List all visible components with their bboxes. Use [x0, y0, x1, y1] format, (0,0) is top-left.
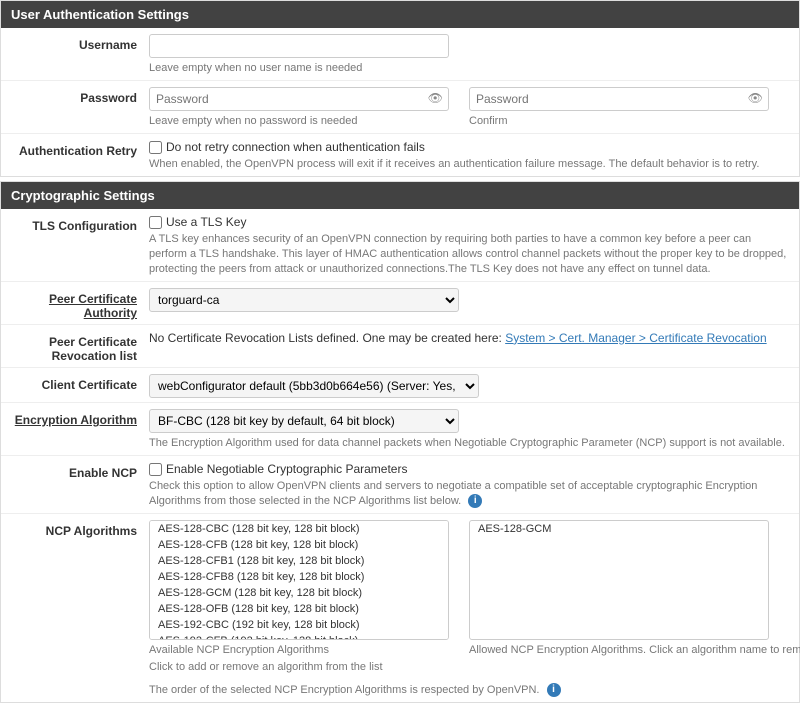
enable-ncp-checkbox-label[interactable]: Enable Negotiable Cryptographic Paramete…: [149, 462, 407, 476]
username-label: Username: [9, 34, 149, 76]
enc-alg-select[interactable]: BF-CBC (128 bit key by default, 64 bit b…: [149, 409, 459, 433]
crl-text: No Certificate Revocation Lists defined.…: [149, 331, 505, 345]
tls-key-checkbox[interactable]: [149, 216, 162, 229]
ncp-available-help1: Available NCP Encryption Algorithms: [149, 643, 449, 658]
info-icon[interactable]: i: [468, 494, 482, 508]
client-cert-select[interactable]: webConfigurator default (5bb3d0b664e56) …: [149, 374, 479, 398]
enc-alg-help: The Encryption Algorithm used for data c…: [149, 436, 791, 451]
peer-ca-select[interactable]: torguard-ca: [149, 288, 459, 312]
enable-ncp-label: Enable NCP: [9, 462, 149, 509]
ncp-available-list[interactable]: AES-128-CBC (128 bit key, 128 bit block)…: [149, 520, 449, 640]
ncp-available-item[interactable]: AES-128-CFB (128 bit key, 128 bit block): [150, 537, 448, 553]
ncp-available-item[interactable]: AES-128-CBC (128 bit key, 128 bit block): [150, 521, 448, 537]
ncp-alg-label: NCP Algorithms: [9, 520, 149, 699]
tls-key-checkbox-label[interactable]: Use a TLS Key: [149, 215, 246, 229]
enable-ncp-help: Check this option to allow OpenVPN clien…: [149, 479, 791, 509]
client-cert-label: Client Certificate: [9, 374, 149, 398]
username-input[interactable]: [149, 34, 449, 58]
crl-link[interactable]: System > Cert. Manager > Certificate Rev…: [505, 331, 766, 345]
crypto-panel: Cryptographic Settings TLS Configuration…: [0, 181, 800, 703]
password-input[interactable]: [149, 87, 449, 111]
ncp-available-item[interactable]: AES-128-CFB8 (128 bit key, 128 bit block…: [150, 569, 448, 585]
ncp-allowed-help: Allowed NCP Encryption Algorithms. Click…: [469, 643, 800, 658]
confirm-help: Confirm: [469, 114, 769, 129]
enc-alg-label: Encryption Algorithm: [9, 409, 149, 451]
password-help: Leave empty when no password is needed: [149, 114, 449, 129]
ncp-available-item[interactable]: AES-128-OFB (128 bit key, 128 bit block): [150, 601, 448, 617]
auth-retry-label: Authentication Retry: [9, 140, 149, 172]
enable-ncp-checkbox[interactable]: [149, 463, 162, 476]
ncp-available-item[interactable]: AES-192-CFB (192 bit key, 128 bit block): [150, 633, 448, 640]
info-icon[interactable]: i: [547, 683, 561, 697]
eye-icon[interactable]: 👁: [428, 91, 443, 105]
crypto-heading: Cryptographic Settings: [1, 182, 799, 209]
username-help: Leave empty when no user name is needed: [149, 61, 791, 76]
ncp-available-item[interactable]: AES-192-CBC (192 bit key, 128 bit block): [150, 617, 448, 633]
ncp-allowed-list[interactable]: AES-128-GCM: [469, 520, 769, 640]
user-auth-panel: User Authentication Settings Username Le…: [0, 0, 800, 177]
peer-ca-label: Peer Certificate Authority: [9, 288, 149, 320]
tls-help: A TLS key enhances security of an OpenVP…: [149, 232, 791, 277]
ncp-allowed-item[interactable]: AES-128-GCM: [470, 521, 768, 537]
eye-icon[interactable]: 👁: [748, 91, 763, 105]
ncp-available-item[interactable]: AES-128-CFB1 (128 bit key, 128 bit block…: [150, 553, 448, 569]
crl-label: Peer Certificate Revocation list: [9, 331, 149, 363]
tls-config-label: TLS Configuration: [9, 215, 149, 277]
password-label: Password: [9, 87, 149, 129]
password-confirm-input[interactable]: [469, 87, 769, 111]
auth-retry-checkbox[interactable]: [149, 141, 162, 154]
ncp-available-item[interactable]: AES-128-GCM (128 bit key, 128 bit block): [150, 585, 448, 601]
ncp-order-help: The order of the selected NCP Encryption…: [149, 683, 791, 698]
ncp-available-help2: Click to add or remove an algorithm from…: [149, 660, 449, 675]
auth-retry-help: When enabled, the OpenVPN process will e…: [149, 157, 791, 172]
user-auth-heading: User Authentication Settings: [1, 1, 799, 28]
auth-retry-checkbox-label[interactable]: Do not retry connection when authenticat…: [149, 140, 425, 154]
